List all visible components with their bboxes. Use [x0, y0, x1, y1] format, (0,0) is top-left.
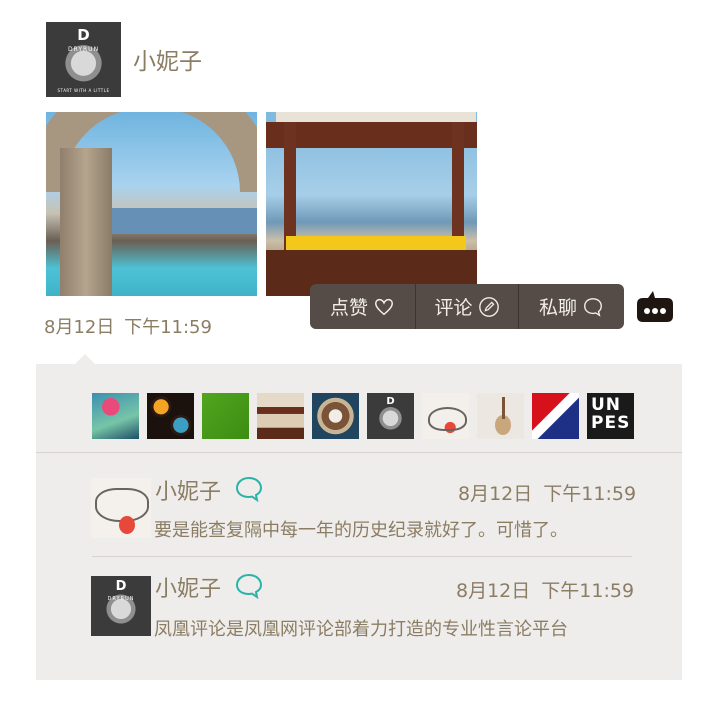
panel-pointer	[75, 354, 95, 364]
post-photo-pool[interactable]	[46, 112, 257, 296]
panel-divider	[36, 452, 682, 453]
author-avatar[interactable]: D DRYRUN START WITH A LITTLE	[46, 22, 121, 97]
post-timestamp: 8月12日 下午11:59	[44, 317, 212, 338]
comment-author[interactable]: 小妮子	[155, 571, 221, 603]
dm-label: 私聊	[538, 297, 577, 319]
author-name[interactable]: 小妮子	[133, 42, 202, 76]
liker-avatar[interactable]	[532, 393, 579, 439]
liker-avatar[interactable]	[477, 393, 524, 439]
comment-label: 评论	[434, 297, 473, 319]
avatar-logo: D	[115, 579, 127, 594]
private-message-button[interactable]: 私聊	[518, 284, 624, 329]
pencil-icon	[478, 296, 499, 317]
like-label: 点赞	[329, 297, 368, 319]
liker-avatar[interactable]	[92, 393, 139, 439]
comment-divider	[92, 556, 632, 557]
liker-avatar[interactable]	[422, 393, 469, 439]
comment-avatar[interactable]	[91, 478, 151, 538]
avatar-brand: DRYRUN	[107, 596, 135, 602]
liker-avatar-text: UN PES	[591, 395, 631, 433]
liker-avatar-list: D UN PES	[92, 393, 634, 439]
more-bubble-icon[interactable]	[636, 289, 674, 324]
liker-avatar[interactable]	[147, 393, 194, 439]
comment-timestamp: 8月12日 下午11:59	[456, 580, 635, 602]
heart-icon	[375, 298, 393, 315]
comment-author[interactable]: 小妮子	[155, 474, 221, 506]
post-photo-cabana[interactable]	[266, 112, 477, 296]
chat-bubble-icon	[584, 297, 602, 317]
comment-timestamp: 8月12日 下午11:59	[458, 483, 637, 505]
reply-bubble-icon[interactable]	[235, 573, 263, 599]
avatar-tagline: START WITH A LITTLE	[57, 88, 110, 93]
reply-bubble-icon[interactable]	[235, 476, 263, 502]
post-action-menu: 点赞 评论 私聊	[310, 284, 624, 329]
liker-avatar-logo: D	[386, 396, 395, 407]
comment-text: 要是能查复隔中每一年的历史纪录就好了。可惜了。	[154, 520, 568, 541]
avatar-logo: D	[77, 26, 90, 44]
like-button[interactable]: 点赞	[310, 284, 415, 329]
liker-avatar[interactable]	[257, 393, 304, 439]
liker-avatar[interactable]: D	[367, 393, 414, 439]
liker-avatar[interactable]: UN PES	[587, 393, 634, 439]
comment-button[interactable]: 评论	[415, 284, 518, 329]
liker-avatar[interactable]	[202, 393, 249, 439]
comment-avatar[interactable]: D DRYRUN	[91, 576, 151, 636]
comment-text: 凤凰评论是凤凰网评论部着力打造的专业性言论平台	[154, 619, 568, 640]
avatar-brand: DRYRUN	[67, 46, 100, 53]
liker-avatar[interactable]	[312, 393, 359, 439]
